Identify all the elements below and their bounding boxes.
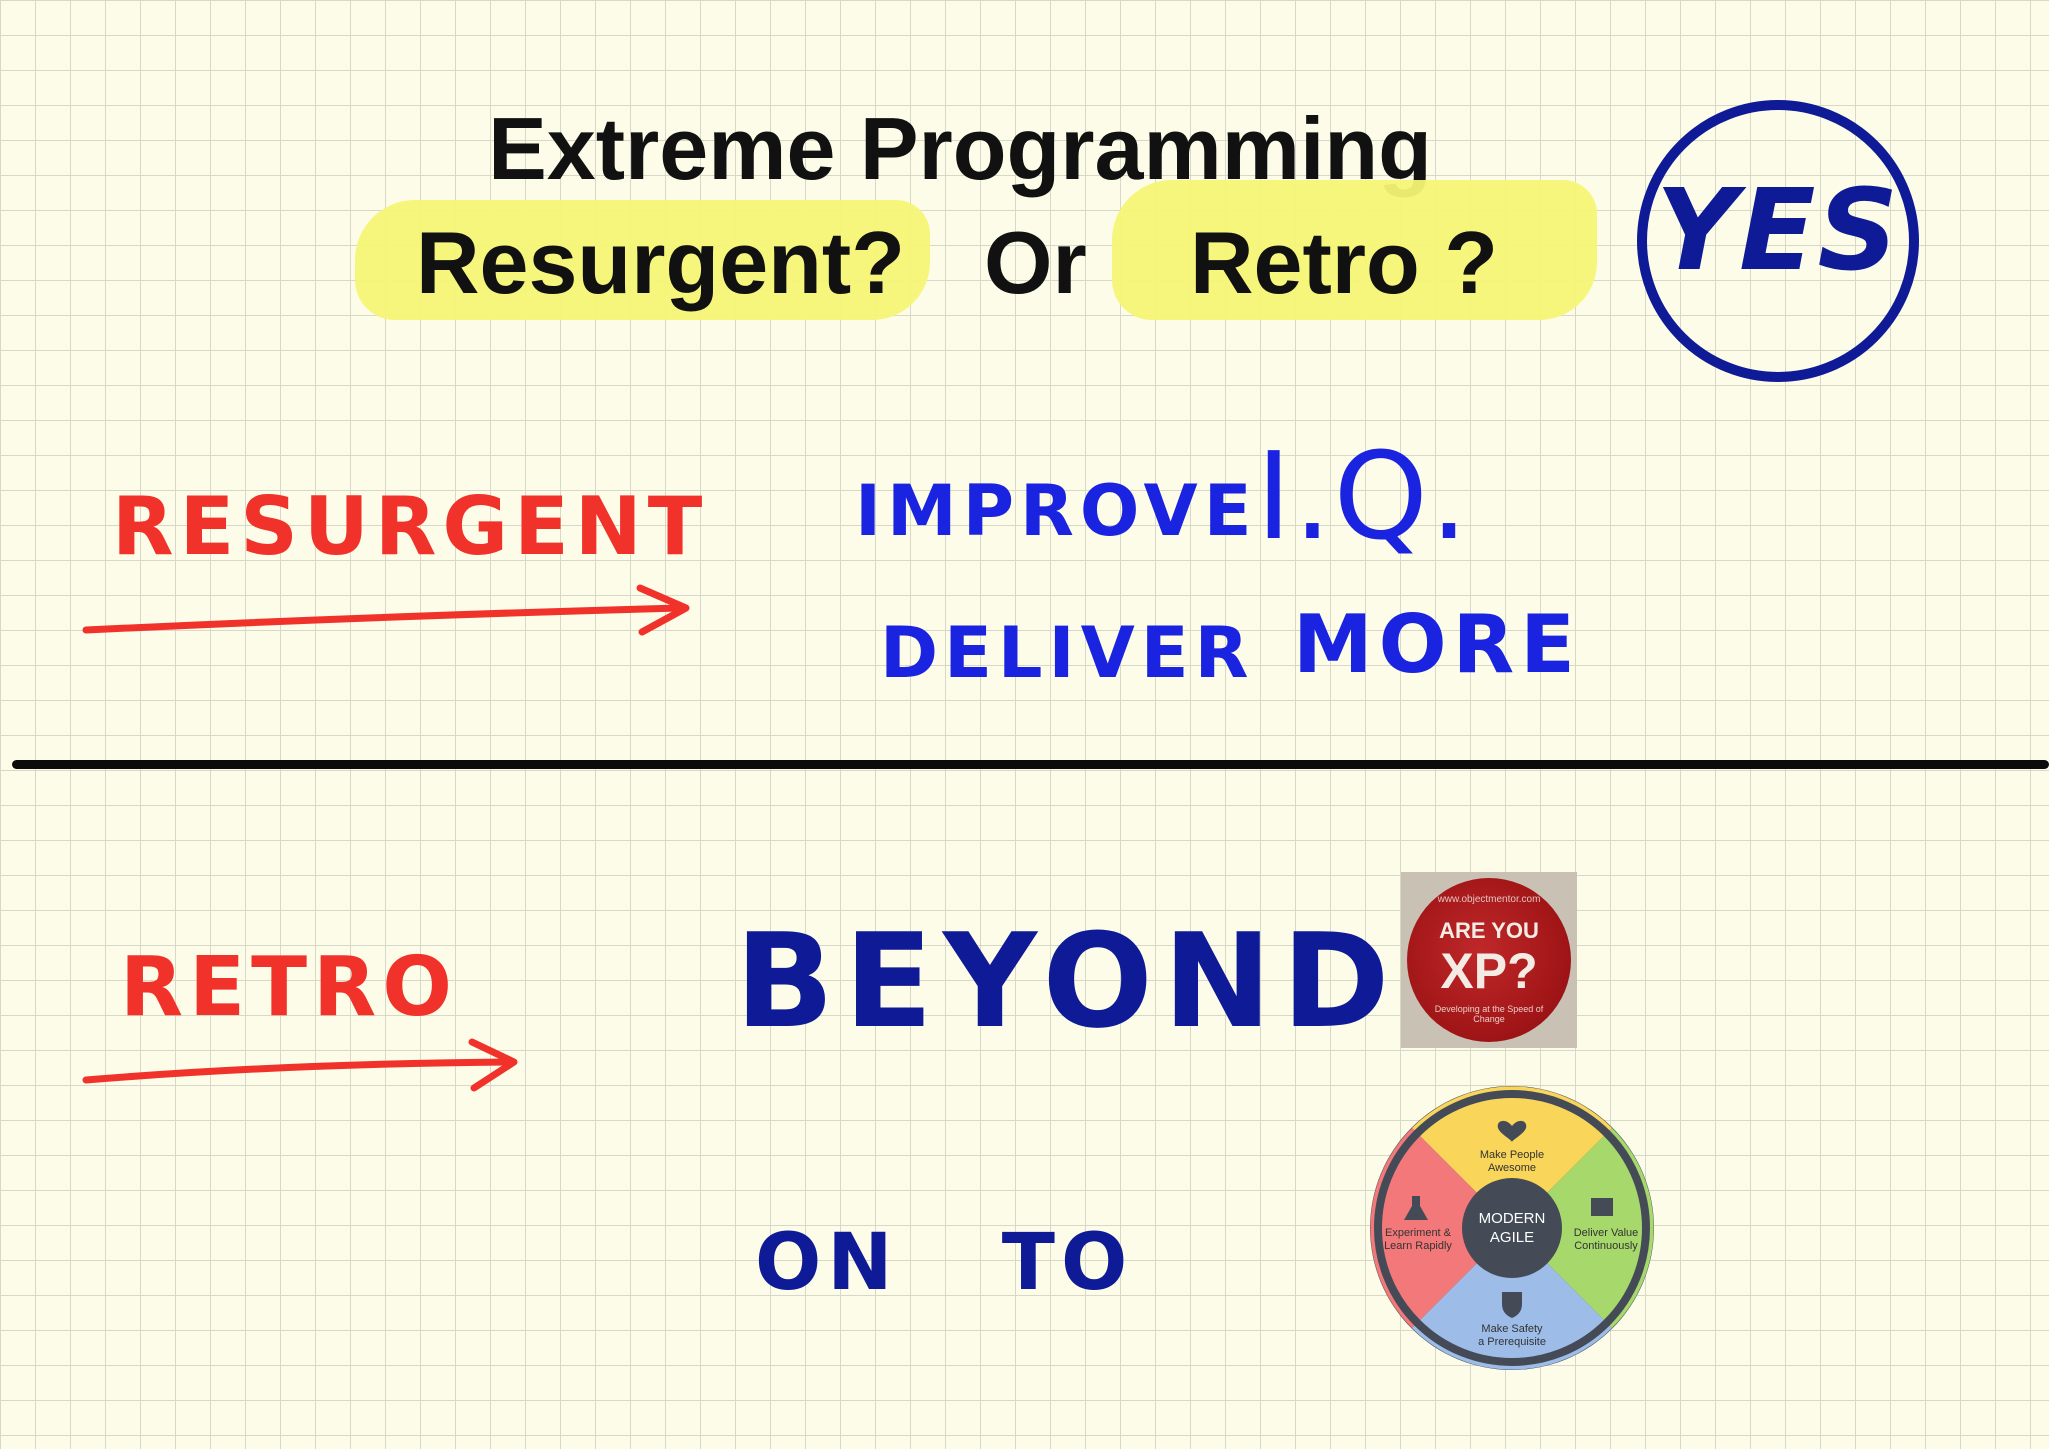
- resurgent-label: RESURGENT: [112, 480, 709, 573]
- yes-stamp: YES: [1633, 96, 1923, 386]
- point-improve: IMPROVE: [855, 470, 1258, 552]
- badge-line1: ARE YOU: [1439, 918, 1539, 943]
- wheel-bottom-line1: Make Safety: [1481, 1323, 1543, 1335]
- resurgent-arrow: [82, 584, 690, 636]
- page-title: Extreme Programming: [488, 99, 1432, 198]
- badge-tagline: Developing at the Speed of Change: [1434, 1004, 1544, 1024]
- badge-url: www.objectmentor.com: [1437, 894, 1541, 905]
- point-iq: I.Q.: [1256, 428, 1471, 567]
- point-deliver: DELIVER: [880, 612, 1255, 694]
- badge-line2: XP?: [1440, 943, 1538, 999]
- section-divider: [12, 760, 2049, 769]
- yes-text: YES: [1655, 166, 1901, 296]
- retro-on-to: ON TO: [755, 1218, 1134, 1308]
- wheel-right-line1: Deliver Value: [1574, 1227, 1639, 1239]
- wheel-bottom-line2: a Prerequisite: [1478, 1336, 1546, 1348]
- badge-disc: www.objectmentor.com ARE YOU XP? Develop…: [1407, 878, 1571, 1042]
- modern-agile-wheel: MODERN AGILE Make People Awesome Deliver…: [1370, 1086, 1654, 1370]
- retro-arrow: [82, 1038, 518, 1092]
- retro-label: RETRO: [120, 940, 458, 1035]
- wheel-center: [1462, 1178, 1562, 1278]
- subtitle-retro: Retro ?: [1190, 213, 1498, 312]
- retro-beyond: BEYOND: [735, 905, 1400, 1057]
- point-more: MORE: [1293, 598, 1581, 691]
- wheel-right-line2: Continuously: [1574, 1240, 1638, 1252]
- wheel-top-line2: Awesome: [1488, 1162, 1536, 1174]
- wheel-center-line1: MODERN: [1479, 1210, 1546, 1227]
- wheel-left-line1: Experiment &: [1385, 1227, 1452, 1239]
- wheel-top-line1: Make People: [1480, 1149, 1544, 1161]
- box-icon: [1591, 1198, 1613, 1216]
- subtitle-or: Or: [984, 213, 1087, 312]
- are-you-xp-badge: www.objectmentor.com ARE YOU XP? Develop…: [1401, 872, 1577, 1048]
- wheel-center-line2: AGILE: [1490, 1229, 1534, 1246]
- subtitle-resurgent: Resurgent?: [416, 213, 905, 312]
- wheel-left-line2: Learn Rapidly: [1384, 1240, 1452, 1252]
